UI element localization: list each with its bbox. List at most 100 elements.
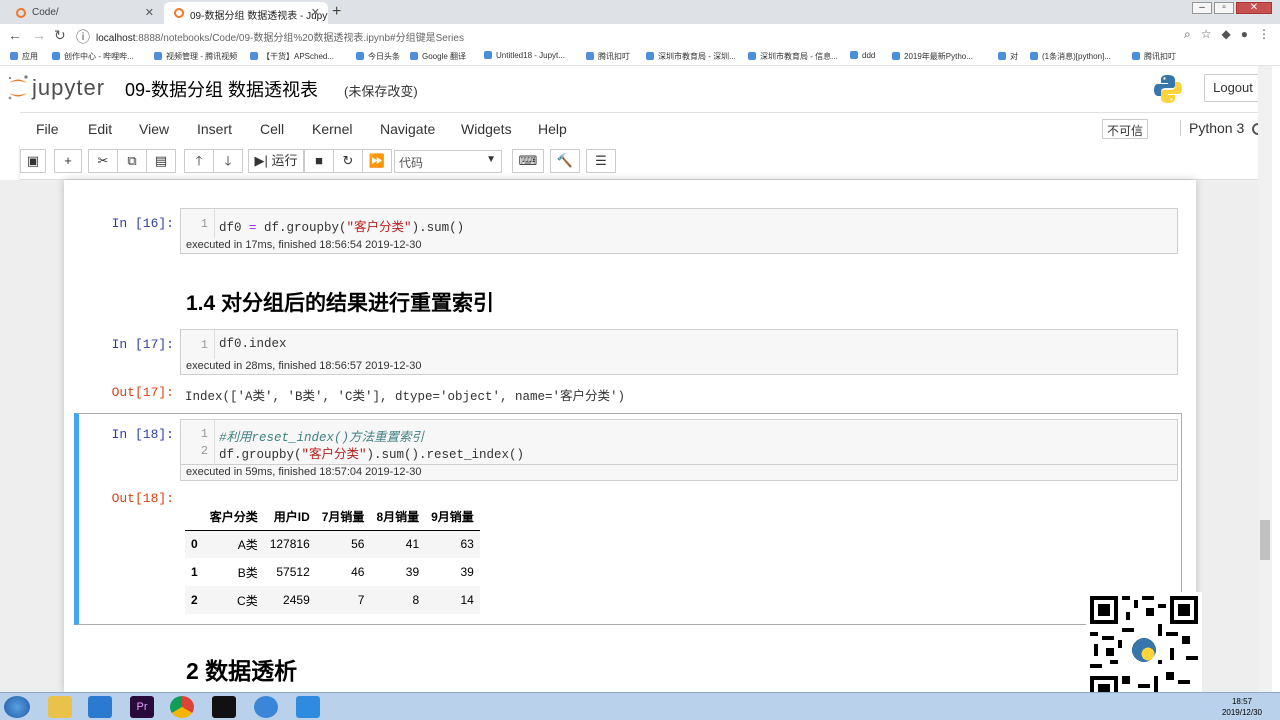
start-button-icon[interactable] xyxy=(4,696,30,718)
paste-button[interactable]: ▤ xyxy=(146,149,176,173)
notebook-toolbar: ▣ + ✂ ⧉ ▤ 🡑 🡓 ▶| 运行 ■ ↻ ⏩ 代码 ▼ ⌨ 🔨 ☰ xyxy=(20,144,1268,180)
table-cell: 14 xyxy=(460,593,474,607)
close-tab-icon[interactable]: ✕ xyxy=(311,6,320,19)
bookmark-item[interactable]: Google 翻译 xyxy=(410,51,466,62)
restart-run-all-button[interactable]: ⏩ xyxy=(362,149,392,173)
more-menu-icon[interactable]: ⋮ xyxy=(1258,27,1270,41)
arrow-down-icon: 🡓 xyxy=(224,153,232,168)
save-button[interactable]: ▣ xyxy=(20,149,46,173)
reload-icon[interactable]: ↻ xyxy=(54,27,66,44)
table-cell: 7 xyxy=(357,593,365,607)
code-token: ).sum().reset_index() xyxy=(366,448,525,462)
insert-cell-button[interactable]: + xyxy=(54,149,82,173)
jupyter-logo-text[interactable]: jupyter xyxy=(32,75,105,101)
jupyter-logo-icon[interactable] xyxy=(6,74,30,102)
input-prompt: In [16]: xyxy=(111,216,174,231)
menu-file[interactable]: File xyxy=(36,121,59,137)
toc-button[interactable]: ☰ xyxy=(586,149,616,173)
table-row: 1 B类 57512 46 39 39 xyxy=(185,558,480,586)
bookmark-item[interactable]: 腾讯扣叮 xyxy=(586,51,630,62)
column-header: 用户ID xyxy=(263,504,316,531)
scrollbar-thumb[interactable] xyxy=(1260,520,1270,560)
hammer-icon: 🔨 xyxy=(556,153,574,168)
python-logo-icon xyxy=(1154,75,1182,103)
terminal-icon[interactable] xyxy=(212,696,236,718)
chrome-icon[interactable] xyxy=(170,696,194,718)
bookmark-item[interactable]: 2019年最新Pytho... xyxy=(892,51,973,62)
address-bar-icons: ⌕ ☆ ◆ ● ⋮ xyxy=(1174,27,1270,42)
bookmark-item[interactable]: 应用 xyxy=(10,51,38,62)
account-icon[interactable]: ● xyxy=(1241,27,1248,41)
code-cell-input[interactable]: 1 2 #利用reset_index()方法重置索引 df.groupby("客… xyxy=(180,419,1178,465)
bookmark-item[interactable]: 对 xyxy=(998,51,1018,62)
file-explorer-icon[interactable] xyxy=(48,696,72,718)
tab-title: 09-数据分组 数据透视表 - Jupyt xyxy=(190,11,328,22)
jupyter-favicon-icon xyxy=(174,8,184,18)
notebook-title[interactable]: 09-数据分组 数据透视表 xyxy=(125,76,318,102)
premiere-icon[interactable]: Pr xyxy=(130,696,154,718)
close-window-icon[interactable]: ✕ xyxy=(1236,2,1272,14)
extension-icon[interactable]: ◆ xyxy=(1222,27,1231,41)
menu-widgets[interactable]: Widgets xyxy=(461,121,512,137)
close-tab-icon[interactable]: ✕ xyxy=(145,6,154,19)
column-header: 9月销量 xyxy=(425,504,480,531)
cell-type-value: 代码 xyxy=(399,156,424,170)
maximize-icon[interactable]: ▫ xyxy=(1214,2,1234,14)
app-icon[interactable] xyxy=(296,696,320,718)
list-icon: ☰ xyxy=(595,153,607,168)
code-cell-input[interactable]: 1 df0 = df.groupby("客户分类").sum() xyxy=(180,208,1178,240)
menu-insert[interactable]: Insert xyxy=(197,121,232,137)
trusted-indicator[interactable]: 不可信 xyxy=(1102,119,1149,139)
bookmark-item[interactable]: 深圳市教育局 - 信息... xyxy=(748,51,838,62)
forward-icon[interactable]: → xyxy=(32,27,46,43)
back-icon[interactable]: ← xyxy=(8,27,22,43)
bookmark-item[interactable]: 【干货】APSched... xyxy=(250,51,334,62)
menu-navigate[interactable]: Navigate xyxy=(380,121,435,137)
page-scrollbar[interactable] xyxy=(1258,66,1272,692)
bookmark-item[interactable]: 深圳市教育局 - 深圳... xyxy=(646,51,736,62)
cell-type-select[interactable]: 代码 ▼ xyxy=(394,150,502,173)
line-number: 1 xyxy=(200,427,208,441)
line-number: 2 xyxy=(200,444,208,458)
interrupt-button[interactable]: ■ xyxy=(304,149,334,173)
bookmark-item[interactable]: (1条消息)[python]... xyxy=(1030,51,1111,62)
bookmark-item[interactable]: Untitled18 - Jupyt... xyxy=(484,51,565,60)
output-prompt: Out[17]: xyxy=(111,385,174,400)
run-button[interactable]: ▶| 运行 xyxy=(248,149,304,173)
menu-kernel[interactable]: Kernel xyxy=(312,121,352,137)
info-icon[interactable]: ⓘ xyxy=(76,27,90,47)
bookmark-item[interactable]: 腾讯扣叮 xyxy=(1132,51,1176,62)
bookmark-item[interactable]: 今日头条 xyxy=(356,51,400,62)
bookmark-item[interactable]: ddd xyxy=(850,51,875,60)
menu-help[interactable]: Help xyxy=(538,121,567,137)
cut-button[interactable]: ✂ xyxy=(88,149,118,173)
copy-button[interactable]: ⧉ xyxy=(117,149,147,173)
browser-tab-notebook[interactable]: 09-数据分组 数据透视表 - Jupyt ✕ xyxy=(164,2,328,24)
column-header: 8月销量 xyxy=(370,504,426,531)
minimize-icon[interactable]: – xyxy=(1192,2,1212,14)
move-up-button[interactable]: 🡑 xyxy=(184,149,214,173)
bookmark-star-icon[interactable]: ☆ xyxy=(1201,27,1212,41)
app-icon[interactable] xyxy=(254,696,278,718)
url-host: localhost xyxy=(96,33,136,44)
vscode-icon[interactable] xyxy=(88,696,112,718)
caret-down-icon: ▼ xyxy=(486,154,496,165)
move-down-button[interactable]: 🡓 xyxy=(213,149,243,173)
restart-button[interactable]: ↻ xyxy=(333,149,363,173)
hammer-button[interactable]: 🔨 xyxy=(550,149,580,173)
menu-edit[interactable]: Edit xyxy=(88,121,112,137)
bookmark-item[interactable]: 视频管理 - 腾讯视频 xyxy=(154,51,237,62)
input-prompt: In [17]: xyxy=(111,337,174,352)
new-tab-icon[interactable]: + xyxy=(332,3,341,21)
bookmark-item[interactable]: 创作中心 - 哔哩哔... xyxy=(52,51,134,62)
code-cell-input[interactable]: 1 df0.index xyxy=(180,329,1178,361)
menu-view[interactable]: View xyxy=(139,121,169,137)
browser-tab-code[interactable]: Code/ ✕ xyxy=(6,2,162,24)
url-field[interactable]: localhost:8888/notebooks/Code/09-数据分组%20… xyxy=(96,29,464,44)
system-clock[interactable]: 18:57 2019/12/30 xyxy=(1222,696,1262,718)
logout-button[interactable]: Logout xyxy=(1204,74,1262,102)
zoom-icon[interactable]: ⌕ xyxy=(1184,27,1191,41)
kernel-name[interactable]: Python 3 xyxy=(1180,120,1244,136)
command-palette-button[interactable]: ⌨ xyxy=(512,149,544,173)
menu-cell[interactable]: Cell xyxy=(260,121,284,137)
